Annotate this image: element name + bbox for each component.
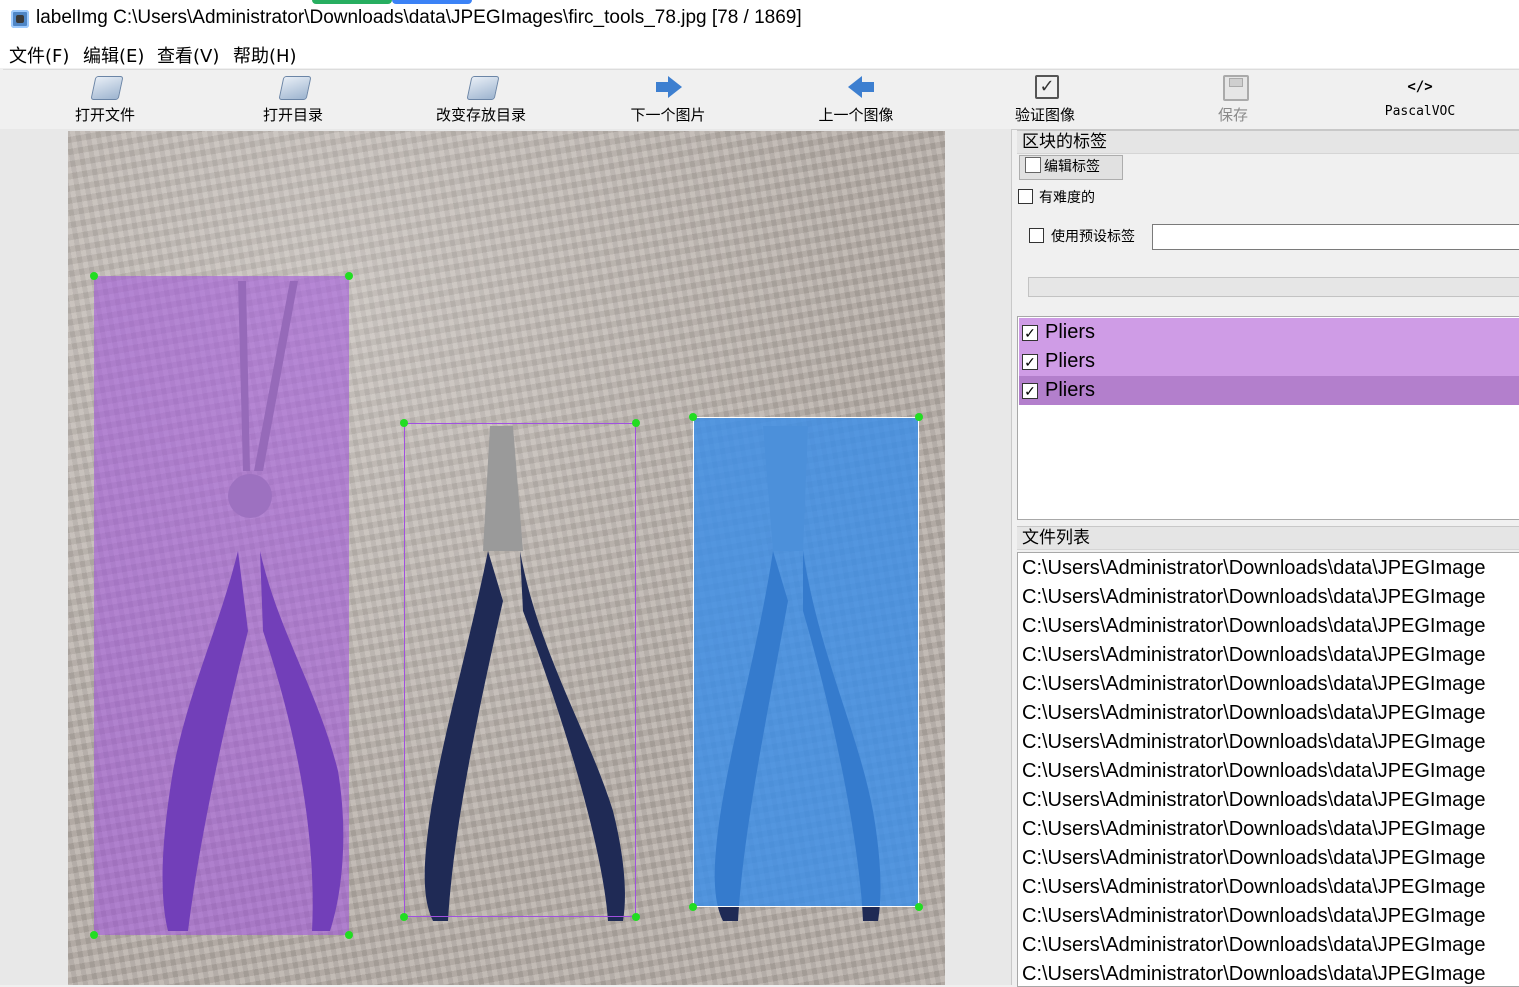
use-default-label-text: 使用预设标签: [1051, 229, 1135, 245]
change-save-dir-label: 改变存放目录: [435, 106, 526, 124]
file-list-item[interactable]: C:\Users\Administrator\Downloads\data\JP…: [1022, 844, 1486, 873]
file-list-item[interactable]: C:\Users\Administrator\Downloads\data\JP…: [1022, 757, 1486, 786]
label-list-item-selected[interactable]: ✓ Pliers: [1019, 376, 1519, 405]
app-icon: [11, 10, 29, 28]
label-checkbox[interactable]: ✓: [1022, 325, 1038, 341]
file-list-title: 文件列表: [1017, 526, 1519, 550]
menu-view[interactable]: 查看(V): [155, 42, 221, 68]
label-checkbox[interactable]: ✓: [1022, 354, 1038, 370]
format-label: PascalVOC: [1384, 104, 1456, 119]
open-dir-label: 打开目录: [262, 106, 323, 124]
file-list-item[interactable]: C:\Users\Administrator\Downloads\data\JP…: [1022, 902, 1486, 931]
edit-label-button[interactable]: 编辑标签: [1019, 155, 1123, 180]
file-list-item[interactable]: C:\Users\Administrator\Downloads\data\JP…: [1022, 960, 1486, 986]
prev-image-label: 上一个图像: [818, 106, 894, 124]
bbox-handle[interactable]: [915, 413, 923, 421]
bbox-handle[interactable]: [90, 931, 98, 939]
open-file-button[interactable]: 打开文件: [40, 72, 170, 128]
edit-label-text: 编辑标签: [1044, 159, 1100, 175]
edit-icon: [1025, 157, 1041, 173]
file-list-item[interactable]: C:\Users\Administrator\Downloads\data\JP…: [1022, 786, 1486, 815]
save-icon: [1213, 72, 1253, 102]
bbox-handle[interactable]: [345, 272, 353, 280]
open-file-label: 打开文件: [74, 106, 135, 124]
progress-bar: [1028, 277, 1519, 297]
label-list[interactable]: ✓ Pliers ✓ Pliers ✓ Pliers: [1017, 316, 1519, 520]
taskbar-indicator: [392, 0, 472, 4]
file-list-item[interactable]: C:\Users\Administrator\Downloads\data\JP…: [1022, 728, 1486, 757]
label-checkbox[interactable]: ✓: [1022, 383, 1038, 399]
file-list-item[interactable]: C:\Users\Administrator\Downloads\data\JP…: [1022, 583, 1486, 612]
change-save-dir-button[interactable]: 改变存放目录: [416, 72, 546, 128]
menu-edit[interactable]: 编辑(E): [81, 42, 146, 68]
bbox-pliers-1[interactable]: [94, 276, 349, 935]
open-dir-button[interactable]: 打开目录: [228, 72, 358, 128]
bbox-handle[interactable]: [915, 903, 923, 911]
window-title: labelImg C:\Users\Administrator\Download…: [36, 7, 802, 28]
label-text: Pliers: [1045, 321, 1096, 343]
format-toggle-button[interactable]: </> PascalVOC: [1355, 72, 1485, 128]
image-canvas[interactable]: [68, 131, 945, 985]
file-list-item[interactable]: C:\Users\Administrator\Downloads\data\JP…: [1022, 641, 1486, 670]
folder-icon: [273, 72, 313, 102]
difficult-checkbox[interactable]: [1018, 189, 1033, 204]
bbox-handle[interactable]: [689, 903, 697, 911]
menu-file[interactable]: 文件(F): [7, 42, 71, 68]
save-label: 保存: [1217, 106, 1248, 124]
default-label-input[interactable]: [1152, 224, 1519, 250]
verify-image-label: 验证图像: [1014, 106, 1075, 124]
file-list-item[interactable]: C:\Users\Administrator\Downloads\data\JP…: [1022, 699, 1486, 728]
bbox-handle[interactable]: [632, 419, 640, 427]
bbox-handle[interactable]: [90, 272, 98, 280]
folder-icon: [85, 72, 125, 102]
file-list-item[interactable]: C:\Users\Administrator\Downloads\data\JP…: [1022, 554, 1486, 583]
code-icon: </>: [1407, 79, 1433, 95]
checkbox-icon: ✓: [1025, 72, 1065, 102]
bbox-handle[interactable]: [400, 419, 408, 427]
arrow-right-icon: [648, 72, 688, 102]
arrow-left-icon: [836, 72, 876, 102]
file-list-item[interactable]: C:\Users\Administrator\Downloads\data\JP…: [1022, 815, 1486, 844]
label-list-item[interactable]: ✓ Pliers: [1019, 347, 1519, 376]
file-list[interactable]: C:\Users\Administrator\Downloads\data\JP…: [1017, 552, 1519, 987]
prev-image-button[interactable]: 上一个图像: [791, 72, 921, 128]
next-image-label: 下一个图片: [630, 106, 706, 124]
save-button[interactable]: 保存: [1168, 72, 1298, 128]
bbox-handle[interactable]: [345, 931, 353, 939]
verify-image-button[interactable]: ✓ 验证图像: [980, 72, 1110, 128]
menu-help[interactable]: 帮助(H): [231, 42, 299, 68]
file-list-item[interactable]: C:\Users\Administrator\Downloads\data\JP…: [1022, 873, 1486, 902]
label-text: Pliers: [1045, 350, 1096, 372]
box-labels-title: 区块的标签: [1017, 130, 1519, 154]
toolbar: 打开文件 打开目录 改变存放目录 下一个图片 上一个图像 ✓ 验证图像 保存 <…: [3, 69, 1519, 130]
menu-bar: 文件(F) 编辑(E) 查看(V) 帮助(H): [0, 38, 1519, 68]
bbox-handle[interactable]: [689, 413, 697, 421]
title-bar: labelImg C:\Users\Administrator\Download…: [0, 0, 1519, 38]
file-list-item[interactable]: C:\Users\Administrator\Downloads\data\JP…: [1022, 612, 1486, 641]
taskbar-indicator: [312, 0, 392, 4]
file-list-item[interactable]: C:\Users\Administrator\Downloads\data\JP…: [1022, 931, 1486, 960]
file-list-item[interactable]: C:\Users\Administrator\Downloads\data\JP…: [1022, 670, 1486, 699]
label-list-item[interactable]: ✓ Pliers: [1019, 318, 1519, 347]
difficult-label: 有难度的: [1039, 190, 1095, 206]
bbox-handle[interactable]: [400, 913, 408, 921]
folder-icon: [461, 72, 501, 102]
label-text: Pliers: [1045, 379, 1096, 401]
bbox-handle[interactable]: [632, 913, 640, 921]
bbox-pliers-2[interactable]: [404, 423, 636, 917]
use-default-label-checkbox[interactable]: [1029, 228, 1044, 243]
bbox-pliers-3[interactable]: [693, 417, 919, 907]
next-image-button[interactable]: 下一个图片: [603, 72, 733, 128]
